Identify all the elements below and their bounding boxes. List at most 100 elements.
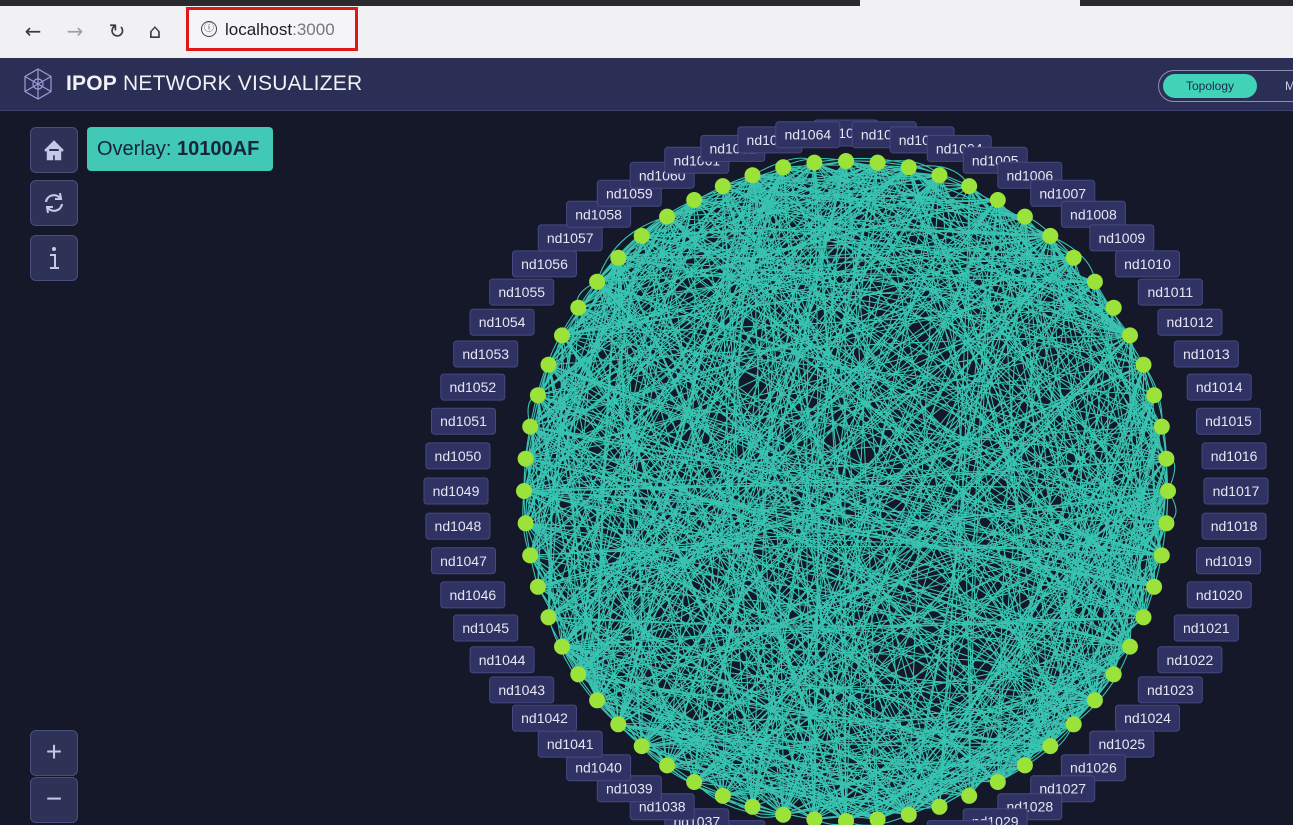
graph-node[interactable] bbox=[610, 249, 627, 266]
refresh-button[interactable] bbox=[30, 180, 78, 226]
graph-node[interactable] bbox=[1065, 716, 1082, 733]
graph-node[interactable] bbox=[633, 227, 650, 244]
zoom-out-button[interactable]: − bbox=[30, 777, 78, 823]
site-info-icon[interactable]: ⓘ bbox=[201, 21, 217, 37]
node-label-text: nd1042 bbox=[521, 710, 568, 726]
view-toggle: Topology M bbox=[1158, 70, 1293, 102]
graph-node[interactable] bbox=[1105, 299, 1122, 316]
node-label: nd1046 bbox=[440, 581, 506, 609]
node-label-text: nd1015 bbox=[1205, 413, 1252, 429]
graph-node[interactable] bbox=[1160, 483, 1176, 499]
reload-icon[interactable]: ↻ bbox=[104, 18, 130, 44]
graph-node[interactable] bbox=[517, 515, 534, 532]
info-button[interactable] bbox=[30, 235, 78, 281]
graph-node[interactable] bbox=[659, 757, 676, 774]
node-label: nd1049 bbox=[423, 477, 489, 505]
graph-node[interactable] bbox=[1158, 450, 1175, 467]
graph-node[interactable] bbox=[554, 638, 570, 655]
graph-node[interactable] bbox=[1135, 609, 1152, 626]
graph-node[interactable] bbox=[931, 167, 948, 184]
node-label-text: nd1020 bbox=[1196, 587, 1243, 603]
home-button[interactable] bbox=[30, 127, 78, 173]
home-page-icon[interactable]: ⌂ bbox=[142, 18, 168, 44]
forward-arrow-icon[interactable]: → bbox=[62, 18, 88, 44]
graph-node[interactable] bbox=[1135, 356, 1152, 373]
graph-node[interactable] bbox=[516, 483, 532, 499]
graph-node[interactable] bbox=[989, 192, 1006, 208]
graph-node[interactable] bbox=[744, 167, 761, 184]
graph-node[interactable] bbox=[540, 609, 557, 626]
app-title-rest: NETWORK VISUALIZER bbox=[116, 72, 363, 95]
graph-node[interactable] bbox=[1158, 515, 1175, 532]
graph-node[interactable] bbox=[714, 787, 731, 804]
node-label: nd1056 bbox=[512, 250, 577, 278]
zoom-in-button[interactable]: + bbox=[30, 730, 78, 776]
graph-node[interactable] bbox=[869, 154, 886, 171]
graph-node[interactable] bbox=[554, 327, 570, 344]
graph-node[interactable] bbox=[529, 387, 546, 404]
home-icon bbox=[44, 140, 64, 161]
graph-node[interactable] bbox=[900, 159, 917, 176]
graph-node[interactable] bbox=[961, 178, 978, 195]
node-label-text: nd1046 bbox=[449, 587, 496, 603]
node-label-text: nd1039 bbox=[606, 781, 653, 797]
graph-node[interactable] bbox=[540, 356, 557, 373]
graph-node[interactable] bbox=[775, 159, 792, 176]
graph-node[interactable] bbox=[633, 738, 650, 755]
node-label: nd1013 bbox=[1173, 340, 1239, 368]
graph-node[interactable] bbox=[961, 787, 978, 804]
graph-node[interactable] bbox=[1122, 327, 1138, 344]
graph-node[interactable] bbox=[1153, 418, 1170, 435]
graph-node[interactable] bbox=[838, 153, 854, 169]
node-label-text: nd1051 bbox=[440, 413, 487, 429]
graph-node[interactable] bbox=[775, 806, 792, 823]
graph-node[interactable] bbox=[806, 154, 823, 171]
graph-node[interactable] bbox=[1016, 757, 1033, 774]
graph-node[interactable] bbox=[714, 178, 731, 195]
graph-node[interactable] bbox=[610, 716, 627, 733]
node-label-text: nd1044 bbox=[479, 652, 526, 668]
graph-node[interactable] bbox=[686, 774, 703, 790]
graph-node[interactable] bbox=[589, 692, 606, 709]
node-label: nd1044 bbox=[469, 646, 535, 674]
node-label: nd1017 bbox=[1203, 477, 1269, 505]
network-logo-icon bbox=[24, 68, 52, 100]
node-label-text: nd1041 bbox=[547, 736, 594, 752]
graph-node[interactable] bbox=[1086, 273, 1103, 290]
node-label-text: nd1017 bbox=[1213, 483, 1260, 499]
browser-toolbar: ← → ↻ ⌂ ⓘ localhost:3000 bbox=[0, 0, 1293, 58]
tab-topology[interactable]: Topology bbox=[1163, 74, 1257, 98]
graph-node[interactable] bbox=[1146, 578, 1163, 595]
graph-node[interactable] bbox=[1042, 738, 1059, 755]
node-label: nd1040 bbox=[566, 754, 632, 782]
node-label: nd1020 bbox=[1186, 581, 1252, 609]
graph-node[interactable] bbox=[1086, 692, 1103, 709]
graph-node[interactable] bbox=[931, 798, 948, 815]
app-title: IPOP NETWORK VISUALIZER bbox=[66, 72, 362, 96]
address-bar[interactable]: ⓘ localhost:3000 bbox=[186, 7, 358, 51]
graph-node[interactable] bbox=[522, 547, 539, 564]
graph-node[interactable] bbox=[1122, 638, 1138, 655]
graph-node[interactable] bbox=[1065, 249, 1082, 266]
graph-node[interactable] bbox=[659, 208, 676, 225]
tab-second-view[interactable]: M bbox=[1285, 74, 1293, 98]
graph-node[interactable] bbox=[589, 273, 606, 290]
back-arrow-icon[interactable]: ← bbox=[20, 18, 46, 44]
graph-node[interactable] bbox=[1105, 666, 1122, 683]
graph-node[interactable] bbox=[570, 666, 587, 683]
graph-node[interactable] bbox=[1016, 208, 1033, 225]
graph-node[interactable] bbox=[1146, 387, 1163, 404]
graph-node[interactable] bbox=[517, 450, 534, 467]
graph-node[interactable] bbox=[522, 418, 539, 435]
graph-node[interactable] bbox=[744, 798, 761, 815]
graph-node[interactable] bbox=[989, 774, 1006, 790]
graph-node[interactable] bbox=[900, 806, 917, 823]
node-label-text: nd1053 bbox=[462, 346, 509, 362]
graph-node[interactable] bbox=[686, 192, 703, 208]
graph-node[interactable] bbox=[1153, 547, 1170, 564]
graph-node[interactable] bbox=[529, 578, 546, 595]
graph-node[interactable] bbox=[1042, 227, 1059, 244]
node-label: nd1022 bbox=[1157, 646, 1223, 674]
network-graph[interactable]: nd1001nd1002nd1003nd1004nd1005nd1006nd10… bbox=[0, 111, 1293, 825]
graph-node[interactable] bbox=[570, 299, 587, 316]
